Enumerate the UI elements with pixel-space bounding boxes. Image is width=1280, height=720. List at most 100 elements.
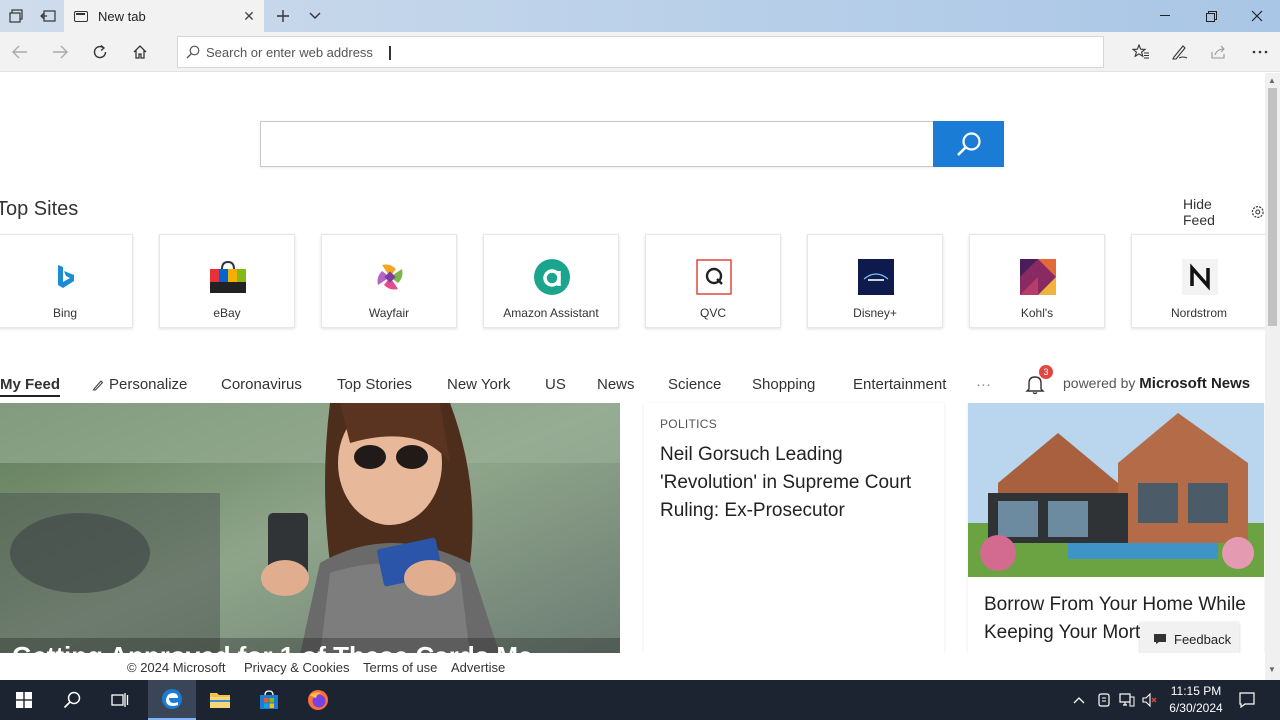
top-site-tile-qvc[interactable]: QVC xyxy=(645,234,781,328)
tab-preview-chevron-down-icon[interactable] xyxy=(305,6,325,26)
tile-label: Amazon Assistant xyxy=(503,306,599,320)
feed-tab-shopping[interactable]: Shopping xyxy=(752,376,815,393)
tab-close-icon[interactable]: ✕ xyxy=(234,8,264,25)
footer-copyright: © 2024 Microsoft xyxy=(127,660,226,675)
start-windows-icon[interactable] xyxy=(0,680,48,720)
tray-network-icon[interactable] xyxy=(1119,692,1135,708)
windows-taskbar: 11:15 PM 6/30/2024 xyxy=(0,680,1280,720)
feed-card-featured[interactable]: Getting Approved for 1 of These Cards Ma xyxy=(0,403,620,653)
powered-by-microsoft-news: powered by Microsoft News xyxy=(1063,375,1250,392)
feedback-chat-icon xyxy=(1154,634,1166,644)
nordstrom-logo-icon xyxy=(1182,259,1218,295)
taskbar-firefox-icon[interactable] xyxy=(294,680,342,720)
system-clock[interactable]: 11:15 PM 6/30/2024 xyxy=(1166,683,1226,717)
taskbar-search-icon[interactable] xyxy=(48,680,96,720)
address-placeholder: Search or enter web address xyxy=(206,44,373,60)
tray-device-icon[interactable] xyxy=(1096,692,1112,708)
scrollbar-thumb[interactable] xyxy=(1268,88,1277,326)
featured-photo-woman-phone-card xyxy=(0,403,620,653)
powered-by-brand: Microsoft News xyxy=(1139,375,1251,392)
tab-actions-icon[interactable] xyxy=(6,6,26,26)
tile-label: Nordstrom xyxy=(1170,306,1227,320)
tile-label: Bing xyxy=(52,306,78,320)
feed-tab-coronavirus[interactable]: Coronavirus xyxy=(221,376,302,393)
feed-tab-top-stories[interactable]: Top Stories xyxy=(337,376,412,393)
top-site-tile-disney-plus[interactable]: Disney+ xyxy=(807,234,943,328)
tile-label: Kohl's xyxy=(1020,306,1054,320)
tray-chevron-up-icon[interactable] xyxy=(1071,692,1087,708)
amazon-assistant-icon xyxy=(534,259,570,295)
more-menu-icon[interactable] xyxy=(1248,40,1272,64)
minimize-button[interactable] xyxy=(1142,0,1188,32)
feed-tab-us[interactable]: US xyxy=(545,376,566,393)
tray-volume-muted-icon[interactable] xyxy=(1142,692,1158,708)
navigation-toolbar: Search or enter web address xyxy=(0,32,1280,72)
top-site-tile-wayfair[interactable]: Wayfair xyxy=(321,234,457,328)
top-site-tile-bing[interactable]: Bing xyxy=(0,234,133,328)
wayfair-pinwheel-icon xyxy=(372,259,408,295)
forward-arrow-icon[interactable] xyxy=(48,40,72,64)
web-note-pen-icon[interactable] xyxy=(1168,40,1192,64)
feed-tab-news[interactable]: News xyxy=(597,376,635,393)
feedback-button[interactable]: Feedback xyxy=(1140,622,1239,653)
refresh-icon[interactable] xyxy=(88,40,112,64)
home-icon[interactable] xyxy=(128,40,152,64)
qvc-logo-icon xyxy=(696,259,732,295)
clock-date: 6/30/2024 xyxy=(1169,701,1223,715)
settings-gear-icon[interactable] xyxy=(1251,205,1265,219)
footer-terms-link[interactable]: Terms of use xyxy=(363,660,437,675)
taskbar-edge-icon[interactable] xyxy=(148,680,196,720)
share-icon[interactable] xyxy=(1207,40,1231,64)
top-site-tile-kohls[interactable]: Kohl's xyxy=(969,234,1105,328)
web-search-input[interactable] xyxy=(260,121,1004,167)
card-headline: Neil Gorsuch Leading 'Revolution' in Sup… xyxy=(660,444,912,521)
pencil-icon xyxy=(92,379,104,391)
powered-by-label: powered by xyxy=(1063,375,1136,391)
clock-time: 11:15 PM xyxy=(1170,684,1222,698)
bing-logo-icon xyxy=(48,259,84,295)
page-scrollbar[interactable]: ▲ ▼ xyxy=(1265,73,1280,680)
disney-plus-logo-icon xyxy=(858,259,894,295)
feed-tab-my-feed[interactable]: My Feed xyxy=(0,376,61,397)
magnifier-icon xyxy=(956,132,981,156)
tab-title: New tab xyxy=(98,8,146,24)
tab-new-tab[interactable]: New tab ✕ xyxy=(64,0,264,32)
favorites-star-icon[interactable] xyxy=(1129,40,1153,64)
hide-feed-label: Hide Feed xyxy=(1183,196,1215,228)
search-submit-button[interactable] xyxy=(933,121,1004,167)
footer-privacy-link[interactable]: Privacy & Cookies xyxy=(244,660,349,675)
footer-advertise-link[interactable]: Advertise xyxy=(451,660,505,675)
text-cursor-icon xyxy=(389,46,391,60)
feed-tab-new-york[interactable]: New York xyxy=(447,376,510,393)
tile-label: QVC xyxy=(699,306,726,320)
top-site-tile-amazon-assistant[interactable]: Amazon Assistant xyxy=(483,234,619,328)
feed-tab-personalize[interactable]: Personalize xyxy=(92,376,187,393)
feed-tab-entertainment[interactable]: Entertainment xyxy=(853,376,946,393)
feed-navigation: My Feed Personalize Coronavirus Top Stor… xyxy=(0,365,1265,403)
house-photo xyxy=(968,403,1264,577)
feed-tab-science[interactable]: Science xyxy=(668,376,721,393)
taskbar-file-explorer-icon[interactable] xyxy=(196,680,244,720)
feed-card-politics[interactable]: POLITICS Neil Gorsuch Leading 'Revolutio… xyxy=(644,403,944,653)
restore-button[interactable] xyxy=(1188,0,1234,32)
page-footer: © 2024 Microsoft Privacy & Cookies Terms… xyxy=(0,653,1265,680)
task-view-icon[interactable] xyxy=(96,680,144,720)
taskbar-store-icon[interactable] xyxy=(245,680,293,720)
tile-label: Wayfair xyxy=(368,306,410,320)
address-bar[interactable]: Search or enter web address xyxy=(177,36,1104,68)
back-arrow-icon[interactable] xyxy=(8,40,32,64)
top-site-tile-nordstrom[interactable]: Nordstrom xyxy=(1131,234,1265,328)
tile-label: Disney+ xyxy=(853,306,897,320)
feed-more-button[interactable]: ··· xyxy=(976,376,991,393)
hide-feed-button[interactable]: Hide Feed xyxy=(1183,196,1265,228)
title-bar: New tab ✕ xyxy=(0,0,1280,32)
new-tab-favicon-icon xyxy=(74,10,88,22)
scroll-down-arrow-icon[interactable]: ▼ xyxy=(1268,665,1276,674)
set-tabs-aside-icon[interactable] xyxy=(38,6,58,26)
action-center-icon[interactable] xyxy=(1239,692,1255,708)
scroll-up-arrow-icon[interactable]: ▲ xyxy=(1268,76,1276,85)
top-site-tile-ebay[interactable]: eBay xyxy=(159,234,295,328)
feed-card-home-loan[interactable]: Borrow From Your Home While Keeping Your… xyxy=(968,403,1264,653)
close-window-button[interactable] xyxy=(1234,0,1280,32)
new-tab-plus-icon[interactable] xyxy=(273,6,293,26)
